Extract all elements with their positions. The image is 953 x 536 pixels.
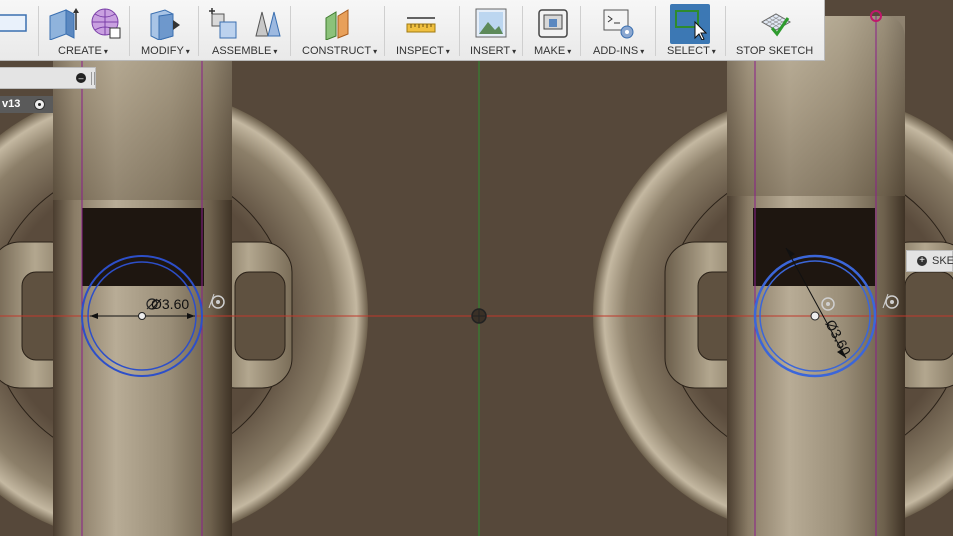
activate-radio-icon[interactable]	[34, 99, 45, 110]
toolbar-inspect-menu[interactable]: INSPECT ▾	[396, 45, 450, 57]
separator	[290, 6, 291, 56]
measure-icon[interactable]	[404, 6, 438, 40]
separator	[725, 6, 726, 56]
new-component-icon[interactable]	[206, 6, 240, 40]
sketch-palette-label: SKET	[932, 255, 953, 267]
separator	[384, 6, 385, 56]
collapse-icon[interactable]: –	[76, 73, 86, 83]
window-select-icon[interactable]	[673, 6, 707, 40]
sketch-rectangle-icon[interactable]	[0, 12, 34, 46]
toolbar-addins-menu[interactable]: ADD-INS ▾	[593, 45, 644, 57]
offset-plane-icon[interactable]	[320, 6, 354, 40]
separator	[198, 6, 199, 56]
separator	[522, 6, 523, 56]
toolbar-insert-menu[interactable]: INSERT ▾	[470, 45, 516, 57]
toolbar-construct-menu[interactable]: CONSTRUCT ▾	[302, 45, 377, 57]
separator	[580, 6, 581, 56]
stop-sketch-icon[interactable]	[758, 6, 792, 40]
sketch-palette-tab[interactable]: + SKET	[906, 250, 953, 272]
joint-icon[interactable]	[250, 6, 284, 40]
left-diameter-dimension[interactable]: Ø3.60	[151, 296, 189, 312]
toolbar-assemble-menu[interactable]: ASSEMBLE ▾	[212, 45, 277, 57]
stop-sketch-button[interactable]: STOP SKETCH	[736, 45, 813, 57]
separator	[459, 6, 460, 56]
toolbar-make-menu[interactable]: MAKE ▾	[534, 45, 571, 57]
browser-component-item[interactable]: v13	[0, 96, 53, 113]
right-wheel	[593, 16, 953, 536]
extrude-icon[interactable]	[46, 6, 80, 40]
toolbar-select-menu[interactable]: SELECT ▾	[667, 45, 716, 57]
separator	[129, 6, 130, 56]
toolbar: CREATE ▾ MODIFY ▾ ASSEMBLE ▾ CONSTRUCT ▾ INS…	[0, 0, 825, 61]
separator	[38, 6, 39, 56]
component-label: v13	[2, 98, 21, 110]
grip-handle-icon[interactable]	[91, 72, 95, 85]
toolbar-create-menu[interactable]: CREATE ▾	[58, 45, 108, 57]
press-pull-icon[interactable]	[147, 6, 181, 40]
separator	[655, 6, 656, 56]
toolbar-modify-menu[interactable]: MODIFY ▾	[141, 45, 190, 57]
insert-image-icon[interactable]	[474, 6, 508, 40]
expand-plus-icon[interactable]: +	[917, 256, 927, 266]
browser-panel-header: –	[0, 67, 96, 89]
scripts-addins-icon[interactable]	[602, 6, 636, 40]
form-icon[interactable]	[88, 6, 122, 40]
3d-print-icon[interactable]	[536, 6, 570, 40]
canvas-viewport[interactable]: Ø3.60 Ø3.60	[0, 0, 953, 536]
